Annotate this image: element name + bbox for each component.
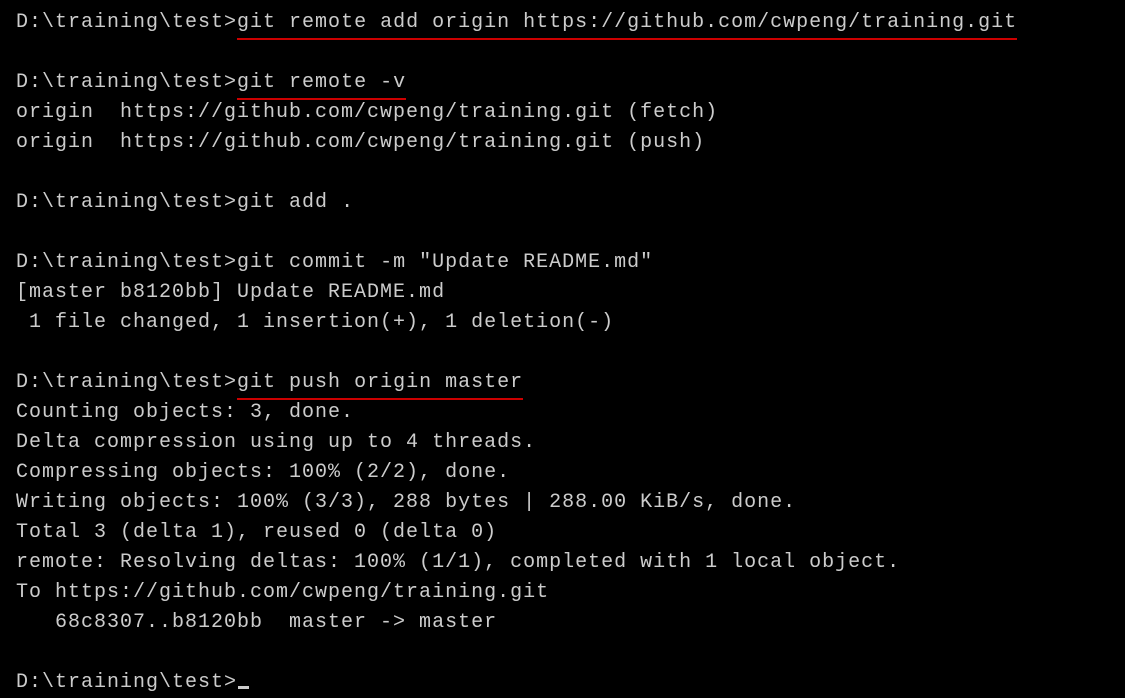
command-line[interactable]: D:\training\test> (16, 668, 1109, 698)
output-line: origin https://github.com/cwpeng/trainin… (16, 128, 1109, 158)
prompt: D:\training\test> (16, 671, 237, 694)
output-line: 68c8307..b8120bb master -> master (16, 608, 1109, 638)
blank-line (16, 638, 1109, 668)
prompt: D:\training\test> (16, 371, 237, 394)
blank-line (16, 218, 1109, 248)
git-remote-add-cmd: git remote add origin https://github.com… (237, 8, 1017, 38)
output-line: 1 file changed, 1 insertion(+), 1 deleti… (16, 308, 1109, 338)
command-line: D:\training\test>git remote -v (16, 68, 1109, 98)
output-line: Counting objects: 3, done. (16, 398, 1109, 428)
command-line: D:\training\test>git remote add origin h… (16, 8, 1109, 38)
terminal-output[interactable]: D:\training\test>git remote add origin h… (16, 8, 1109, 698)
output-line: origin https://github.com/cwpeng/trainin… (16, 98, 1109, 128)
git-remote-v-cmd: git remote -v (237, 68, 406, 98)
blank-line (16, 38, 1109, 68)
git-add-cmd: git add . (237, 191, 354, 214)
output-line: Delta compression using up to 4 threads. (16, 428, 1109, 458)
output-line: To https://github.com/cwpeng/training.gi… (16, 578, 1109, 608)
command-line: D:\training\test>git add . (16, 188, 1109, 218)
prompt: D:\training\test> (16, 191, 237, 214)
blank-line (16, 158, 1109, 188)
prompt: D:\training\test> (16, 71, 237, 94)
output-line: Compressing objects: 100% (2/2), done. (16, 458, 1109, 488)
command-line: D:\training\test>git commit -m "Update R… (16, 248, 1109, 278)
output-line: remote: Resolving deltas: 100% (1/1), co… (16, 548, 1109, 578)
output-line: [master b8120bb] Update README.md (16, 278, 1109, 308)
cursor (238, 686, 249, 689)
prompt: D:\training\test> (16, 251, 237, 274)
output-line: Total 3 (delta 1), reused 0 (delta 0) (16, 518, 1109, 548)
git-commit-cmd: git commit -m "Update README.md" (237, 251, 653, 274)
git-push-cmd: git push origin master (237, 368, 523, 398)
command-line: D:\training\test>git push origin master (16, 368, 1109, 398)
prompt: D:\training\test> (16, 11, 237, 34)
output-line: Writing objects: 100% (3/3), 288 bytes |… (16, 488, 1109, 518)
blank-line (16, 338, 1109, 368)
